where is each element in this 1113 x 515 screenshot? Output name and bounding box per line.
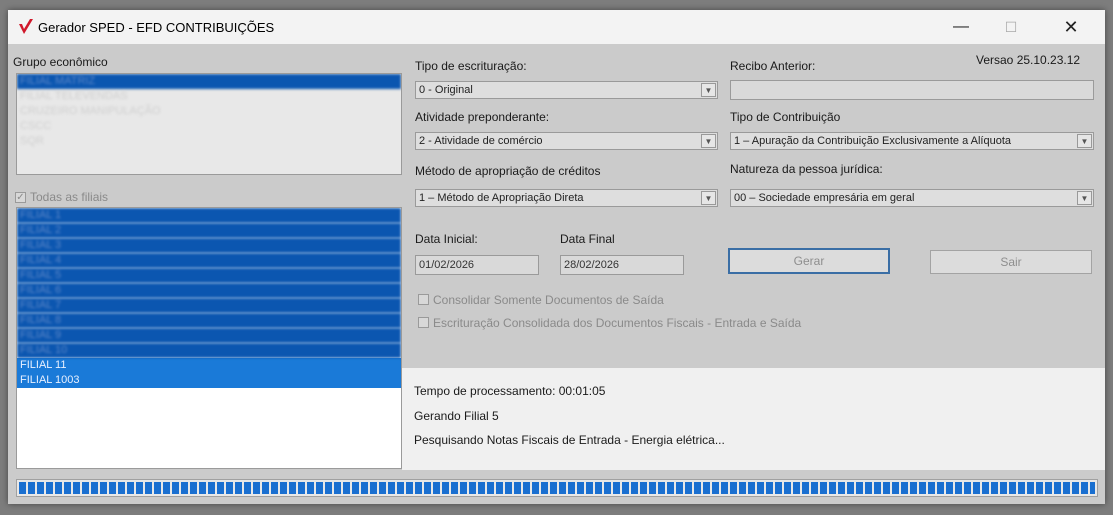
- list-item[interactable]: FILIAL 4: [17, 253, 401, 268]
- list-item[interactable]: FILIAL 8: [17, 313, 401, 328]
- main-window: Gerador SPED - EFD CONTRIBUIÇÕES — ☐ ✕ V…: [8, 10, 1105, 504]
- close-button[interactable]: ✕: [1048, 10, 1094, 44]
- data-inicial-value: 01/02/2026: [419, 259, 475, 271]
- todas-filiais-label: Todas as filiais: [30, 190, 109, 204]
- sair-button[interactable]: Sair: [930, 250, 1092, 274]
- list-item[interactable]: FILIAL MATRIZ: [17, 74, 401, 89]
- list-item[interactable]: FILIAL 5: [17, 268, 401, 283]
- escrituracao-consolidada-label: Escrituração Consolidada dos Documentos …: [433, 316, 802, 330]
- recibo-anterior-input[interactable]: [730, 80, 1094, 100]
- branch-list[interactable]: FILIAL 1 FILIAL 2 FILIAL 3 FILIAL 4 FILI…: [16, 207, 402, 469]
- progress-bar: [16, 479, 1098, 497]
- version-label: Versao 25.10.23.12: [976, 53, 1081, 67]
- group-list[interactable]: FILIAL MATRIZ FILIAL TELEVENDAS CRUZEIRO…: [16, 73, 402, 175]
- escrituracao-consolidada-checkbox[interactable]: [418, 317, 429, 328]
- tipo-contribuicao-select[interactable]: 1 – Apuração da Contribuição Exclusivame…: [730, 132, 1094, 150]
- consolidar-checkbox[interactable]: [418, 294, 429, 305]
- metodo-label: Método de apropriação de créditos: [415, 164, 601, 178]
- list-item[interactable]: FILIAL 2: [17, 223, 401, 238]
- chevron-down-icon[interactable]: ▼: [701, 83, 716, 97]
- tipo-contribuicao-label: Tipo de Contribuição: [730, 110, 841, 124]
- list-item[interactable]: FILIAL 1: [17, 208, 401, 223]
- recibo-anterior-label: Recibo Anterior:: [730, 59, 816, 73]
- minimize-button[interactable]: —: [938, 10, 984, 44]
- metodo-value: 1 – Método de Apropriação Direta: [419, 192, 584, 204]
- grupo-economico-label: Grupo econômico: [13, 55, 108, 69]
- gerar-button[interactable]: Gerar: [728, 248, 890, 274]
- chevron-down-icon[interactable]: ▼: [1077, 191, 1092, 205]
- pesquisando-text: Pesquisando Notas Fiscais de Entrada - E…: [414, 433, 725, 447]
- list-item[interactable]: SQR: [17, 134, 401, 149]
- atividade-label: Atividade preponderante:: [415, 110, 550, 124]
- todas-filiais-checkbox[interactable]: ✓: [15, 192, 26, 203]
- chevron-down-icon[interactable]: ▼: [701, 134, 716, 148]
- atividade-select[interactable]: 2 - Atividade de comércio ▼: [415, 132, 718, 150]
- tipo-contribuicao-value: 1 – Apuração da Contribuição Exclusivame…: [734, 135, 1012, 147]
- list-item[interactable]: FILIAL 6: [17, 283, 401, 298]
- list-item[interactable]: CRUZEIRO MANIPULAÇÃO: [17, 104, 401, 119]
- tipo-escrituracao-value: 0 - Original: [419, 84, 473, 96]
- progress-fill: [19, 482, 1095, 494]
- tempo-processamento-text: Tempo de processamento: 00:01:05: [414, 384, 606, 398]
- data-final-value: 28/02/2026: [564, 259, 620, 271]
- consolidar-label: Consolidar Somente Documentos de Saída: [433, 293, 664, 307]
- list-item[interactable]: FILIAL 10: [17, 343, 401, 358]
- tipo-escrituracao-label: Tipo de escrituração:: [415, 59, 527, 73]
- title-bar: Gerador SPED - EFD CONTRIBUIÇÕES — ☐ ✕: [8, 10, 1105, 44]
- data-final-label: Data Final: [560, 232, 615, 246]
- chevron-down-icon[interactable]: ▼: [1077, 134, 1092, 148]
- atividade-value: 2 - Atividade de comércio: [419, 135, 543, 147]
- list-item[interactable]: FILIAL 9: [17, 328, 401, 343]
- list-item[interactable]: FILIAL 1003: [17, 373, 401, 388]
- data-inicial-input[interactable]: 01/02/2026: [415, 255, 539, 275]
- app-logo-icon: [19, 19, 33, 34]
- list-item[interactable]: FILIAL 3: [17, 238, 401, 253]
- list-item[interactable]: FILIAL 11: [17, 358, 401, 373]
- data-final-input[interactable]: 28/02/2026: [560, 255, 684, 275]
- natureza-select[interactable]: 00 – Sociedade empresária em geral ▼: [730, 189, 1094, 207]
- natureza-label: Natureza da pessoa jurídica:: [730, 162, 883, 176]
- list-item[interactable]: FILIAL TELEVENDAS: [17, 89, 401, 104]
- natureza-value: 00 – Sociedade empresária em geral: [734, 192, 915, 204]
- list-item[interactable]: CSCC: [17, 119, 401, 134]
- maximize-button[interactable]: ☐: [988, 10, 1034, 44]
- list-item[interactable]: FILIAL 7: [17, 298, 401, 313]
- gerando-filial-text: Gerando Filial 5: [414, 409, 499, 423]
- window-title: Gerador SPED - EFD CONTRIBUIÇÕES: [38, 20, 275, 35]
- chevron-down-icon[interactable]: ▼: [701, 191, 716, 205]
- tipo-escrituracao-select[interactable]: 0 - Original ▼: [415, 81, 718, 99]
- metodo-select[interactable]: 1 – Método de Apropriação Direta ▼: [415, 189, 718, 207]
- data-inicial-label: Data Inicial:: [415, 232, 478, 246]
- status-panel: Tempo de processamento: 00:01:05 Gerando…: [402, 368, 1105, 470]
